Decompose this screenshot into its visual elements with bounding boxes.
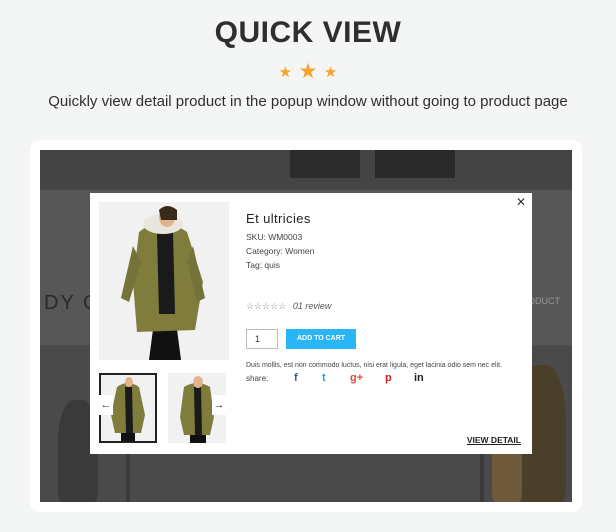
product-sku: SKU: WM0003 xyxy=(246,232,303,242)
product-tag[interactable]: Tag: quis xyxy=(246,258,526,272)
quick-view-modal: ✕ ← → Et ultricies SKU: WM0003 Category:… xyxy=(90,193,532,454)
thumbnail-next-arrow-icon[interactable]: → xyxy=(212,395,226,415)
facebook-icon[interactable]: f xyxy=(294,372,298,384)
pinterest-icon[interactable]: p xyxy=(385,372,392,384)
product-category[interactable]: Category: Women xyxy=(246,244,526,258)
rating-stars-icon: ☆☆☆☆☆ xyxy=(246,301,287,311)
quantity-input[interactable]: 1 xyxy=(246,329,278,349)
bg-section-link: ODUCT xyxy=(528,296,560,306)
thumbnail-prev-arrow-icon[interactable]: ← xyxy=(99,395,113,415)
product-description: Duis mollis, est non commodo luctus, nis… xyxy=(246,362,503,369)
review-count-link[interactable]: 01 review xyxy=(293,301,332,311)
share-label: share: xyxy=(246,374,269,383)
bg-figure xyxy=(375,150,455,178)
rating-stars-decoration: ★ ★ ★ xyxy=(0,58,616,83)
star-icon: ★ xyxy=(278,64,293,81)
star-icon: ★ xyxy=(298,60,318,83)
product-info: Et ultricies SKU: WM0003 Category: Women… xyxy=(246,211,526,384)
jacket-model-illustration xyxy=(99,202,229,360)
linkedin-icon[interactable]: in xyxy=(414,372,424,384)
star-icon: ★ xyxy=(323,64,338,81)
product-name: Et ultricies xyxy=(246,211,311,226)
view-detail-link[interactable]: VIEW DETAIL xyxy=(467,435,521,445)
page-subtitle: Quickly view detail product in the popup… xyxy=(48,93,568,110)
product-meta: SKU: WM0003 Category: Women Tag: quis xyxy=(246,230,526,272)
page-title: QUICK VIEW xyxy=(214,16,402,49)
add-to-cart-button[interactable]: ADD TO CART xyxy=(286,329,356,349)
product-main-image xyxy=(99,202,229,360)
close-icon[interactable]: ✕ xyxy=(516,195,526,209)
google-plus-icon[interactable]: g+ xyxy=(350,372,363,384)
bg-figure xyxy=(290,150,360,178)
product-rating: ☆☆☆☆☆ 01 review xyxy=(246,301,331,312)
twitter-icon[interactable]: t xyxy=(322,372,326,384)
